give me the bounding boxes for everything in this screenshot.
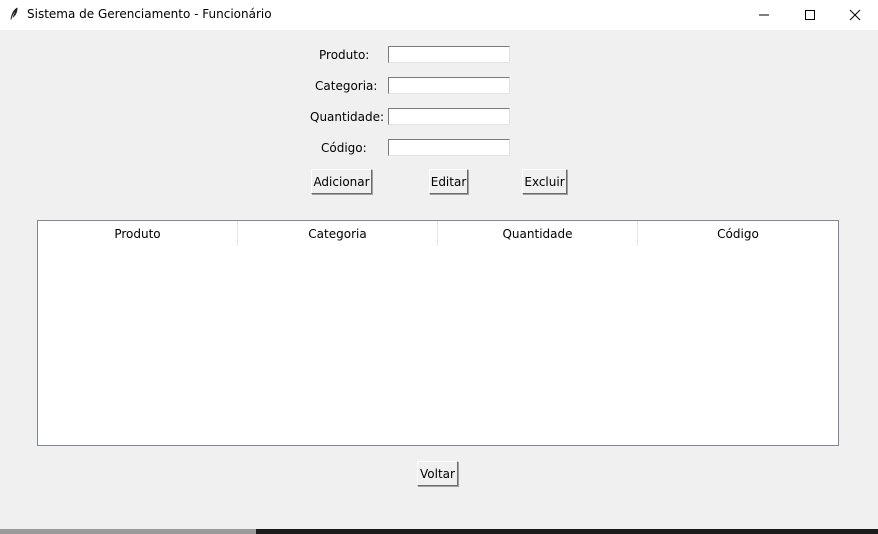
products-table[interactable]: Produto Categoria Quantidade Código bbox=[37, 220, 839, 446]
column-header-produto[interactable]: Produto bbox=[38, 221, 238, 246]
minimize-icon[interactable] bbox=[741, 0, 787, 30]
quantidade-label: Quantidade: bbox=[310, 110, 385, 124]
window-title: Sistema de Gerenciamento - Funcionário bbox=[27, 7, 272, 21]
title-bar: Sistema de Gerenciamento - Funcionário bbox=[0, 0, 878, 30]
produto-input[interactable] bbox=[388, 46, 510, 63]
quantidade-input[interactable] bbox=[388, 108, 510, 125]
column-header-codigo[interactable]: Código bbox=[638, 221, 838, 246]
edit-button[interactable]: Editar bbox=[429, 169, 468, 194]
codigo-input[interactable] bbox=[388, 139, 510, 156]
table-header: Produto Categoria Quantidade Código bbox=[38, 221, 838, 246]
close-icon[interactable] bbox=[832, 0, 878, 30]
codigo-label: Código: bbox=[321, 141, 367, 155]
categoria-input[interactable] bbox=[388, 77, 510, 94]
column-header-categoria[interactable]: Categoria bbox=[238, 221, 438, 246]
categoria-label: Categoria: bbox=[315, 79, 378, 93]
add-button[interactable]: Adicionar bbox=[311, 169, 372, 194]
feather-icon bbox=[6, 6, 22, 22]
table-body[interactable] bbox=[38, 246, 838, 445]
back-button[interactable]: Voltar bbox=[417, 461, 458, 486]
produto-label: Produto: bbox=[319, 48, 370, 62]
delete-button[interactable]: Excluir bbox=[522, 169, 567, 194]
taskbar-edge-highlight bbox=[0, 529, 256, 534]
maximize-icon[interactable] bbox=[787, 0, 833, 30]
column-header-quantidade[interactable]: Quantidade bbox=[438, 221, 638, 246]
